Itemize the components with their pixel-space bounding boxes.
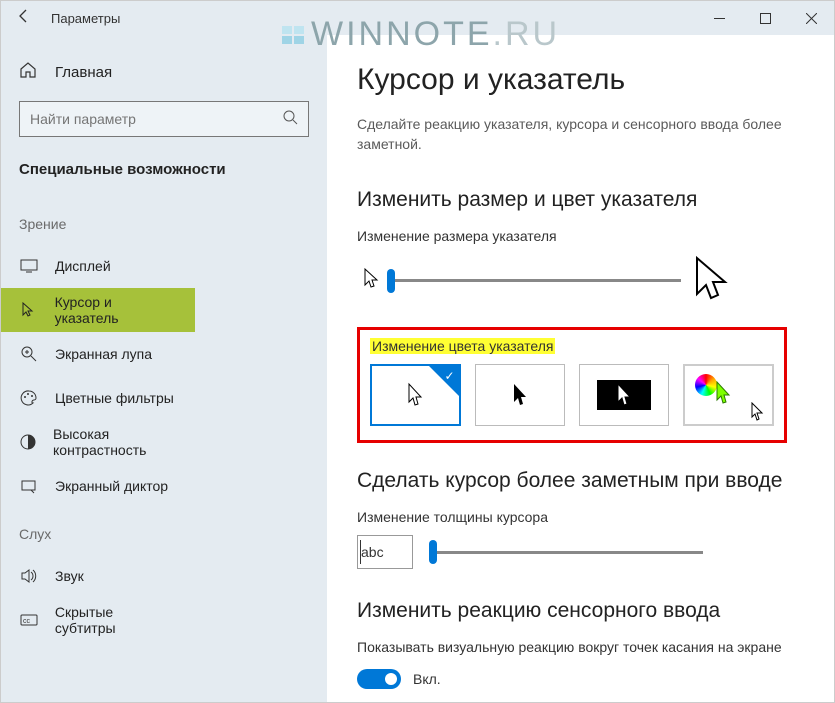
label-touch-feedback: Показывать визуальную реакцию вокруг точ…: [357, 639, 804, 655]
label-pointer-size: Изменение размера указателя: [357, 228, 804, 244]
sidebar-item-label: Курсор и указатель: [55, 294, 177, 326]
contrast-icon: [19, 432, 37, 452]
narrator-icon: [19, 476, 39, 496]
minimize-button[interactable]: [696, 1, 742, 35]
sidebar-item-cursor[interactable]: Курсор и указатель: [1, 288, 195, 332]
label-cursor-thickness: Изменение толщины курсора: [357, 509, 804, 525]
sidebar-item-label: Дисплей: [55, 258, 111, 274]
home-icon: [19, 61, 39, 83]
black-cursor-tile[interactable]: [475, 364, 565, 426]
search-box[interactable]: [19, 101, 309, 137]
sidebar-item-label: Скрытые субтитры: [55, 604, 177, 636]
slider-thumb[interactable]: [387, 269, 395, 293]
main-panel: Курсор и указатель Сделайте реакцию указ…: [327, 35, 834, 702]
sidebar-item-high-contrast[interactable]: Высокая контрастность: [1, 420, 195, 464]
maximize-button[interactable]: [742, 1, 788, 35]
sidebar-item-label: Экранная лупа: [55, 346, 152, 362]
pointer-size-slider[interactable]: [357, 254, 804, 307]
label-pointer-color: Изменение цвета указателя: [370, 338, 774, 354]
sidebar-item-sound[interactable]: Звук: [1, 554, 195, 598]
page-description: Сделайте реакцию указателя, курсора и се…: [357, 115, 787, 154]
section-touch: Изменить реакцию сенсорного ввода: [357, 599, 804, 623]
cc-icon: cc: [19, 610, 39, 630]
display-icon: [19, 256, 39, 276]
sidebar-item-label: Цветные фильтры: [55, 390, 174, 406]
pointer-color-section: Изменение цвета указателя ✓: [357, 327, 787, 443]
sidebar-item-magnifier[interactable]: Экранная лупа: [1, 332, 195, 376]
custom-color-cursor-tile[interactable]: [683, 364, 774, 426]
palette-icon: [19, 388, 39, 408]
large-cursor-icon: [691, 254, 731, 307]
toggle-state-label: Вкл.: [413, 671, 441, 687]
sidebar-item-captions[interactable]: cc Скрытые субтитры: [1, 598, 195, 642]
sidebar-item-label: Экранный диктор: [55, 478, 168, 494]
svg-text:cc: cc: [23, 618, 31, 625]
small-cursor-icon: [357, 267, 385, 294]
sidebar-item-color-filters[interactable]: Цветные фильтры: [1, 376, 195, 420]
section-pointer-size: Изменить размер и цвет указателя: [357, 188, 804, 212]
sidebar: Главная Специальные возможности Зрение Д…: [1, 35, 327, 702]
page-title: Курсор и указатель: [357, 63, 804, 97]
sidebar-item-narrator[interactable]: Экранный диктор: [1, 464, 195, 508]
back-button[interactable]: [1, 8, 47, 29]
sidebar-item-label: Звук: [55, 568, 84, 584]
search-input[interactable]: [30, 111, 282, 127]
magnifier-plus-icon: [19, 344, 39, 364]
home-link[interactable]: Главная: [1, 55, 327, 101]
thickness-preview: abc: [357, 535, 413, 569]
home-label: Главная: [55, 64, 112, 81]
sidebar-item-label: Высокая контрастность: [53, 426, 177, 458]
slider-track[interactable]: [391, 279, 681, 282]
group-vision-label: Зрение: [1, 198, 327, 244]
slider-track[interactable]: [433, 551, 703, 554]
sidebar-item-display[interactable]: Дисплей: [1, 244, 195, 288]
slider-thumb[interactable]: [429, 540, 437, 564]
watermark: WINNOTE.RU: [281, 15, 560, 54]
section-cursor-thickness: Сделать курсор более заметным при вводе: [357, 469, 804, 493]
check-icon: ✓: [444, 369, 454, 383]
cursor-icon: [19, 300, 39, 320]
category-heading: Специальные возможности: [1, 161, 327, 198]
search-icon: [282, 109, 298, 130]
sound-icon: [19, 566, 39, 586]
cursor-thickness-slider[interactable]: abc: [357, 535, 804, 569]
group-hearing-label: Слух: [1, 508, 327, 554]
touch-feedback-toggle[interactable]: [357, 669, 401, 689]
close-button[interactable]: [788, 1, 834, 35]
white-cursor-tile[interactable]: ✓: [370, 364, 461, 426]
window-title: Параметры: [47, 11, 120, 26]
inverted-cursor-tile[interactable]: [579, 364, 669, 426]
mouse-pointer-icon: [750, 402, 766, 422]
